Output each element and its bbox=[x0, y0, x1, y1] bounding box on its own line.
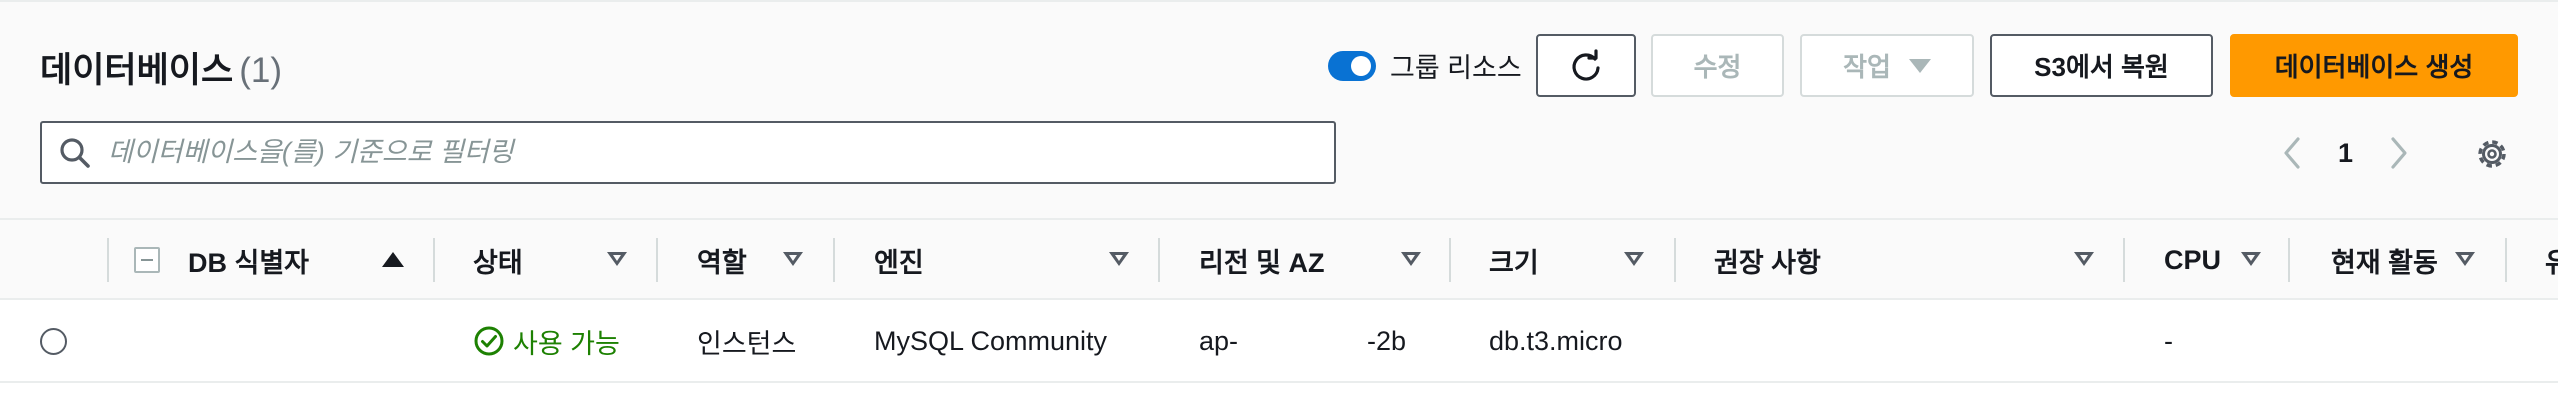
sort-ascending-icon[interactable] bbox=[382, 252, 404, 267]
pagination: 1 bbox=[2280, 129, 2411, 177]
select-all-checkbox[interactable] bbox=[134, 247, 160, 273]
column-label: 현재 활동 bbox=[2331, 247, 2438, 278]
column-header-current-activity[interactable]: 현재 활동 bbox=[2331, 220, 2438, 300]
create-database-button[interactable]: 데이터베이스 생성 bbox=[2230, 34, 2518, 97]
actions-button[interactable]: 작업 bbox=[1800, 34, 1974, 97]
column-divider bbox=[433, 238, 435, 282]
column-label: 리전 및 AZ bbox=[1199, 247, 1325, 278]
table-header: DB 식별자 상태 역할 엔진 리전 및 AZ 크기 권장 사항 CPU 현재 … bbox=[0, 218, 2558, 300]
toggle-switch[interactable] bbox=[1328, 50, 1376, 81]
column-divider bbox=[2505, 238, 2507, 282]
table-row[interactable]: 사용 가능 인스턴스 MySQL Community ap- -2b db.t3… bbox=[0, 300, 2558, 383]
search-input[interactable] bbox=[108, 137, 1334, 168]
group-resources-label: 그룹 리소스 bbox=[1390, 53, 1522, 83]
column-header-cpu[interactable]: CPU bbox=[2164, 220, 2221, 300]
cell-size: db.t3.micro bbox=[1489, 325, 1623, 356]
restore-from-s3-label: S3에서 복원 bbox=[2034, 52, 2169, 82]
column-header-region-az[interactable]: 리전 및 AZ bbox=[1199, 220, 1325, 300]
row-select-radio[interactable] bbox=[40, 328, 67, 355]
column-label: 유 bbox=[2545, 247, 2558, 278]
cell-region-suffix: -2b bbox=[1367, 325, 1407, 356]
column-header-db-identifier[interactable]: DB 식별자 bbox=[188, 220, 309, 300]
column-header-engine[interactable]: 엔진 bbox=[874, 220, 924, 300]
filter-search-box[interactable] bbox=[40, 121, 1336, 184]
status-text: 사용 가능 bbox=[513, 328, 620, 359]
sort-icon[interactable] bbox=[783, 252, 803, 266]
column-label: 권장 사항 bbox=[1714, 247, 1821, 278]
caret-down-icon bbox=[1908, 58, 1931, 73]
column-label: 엔진 bbox=[874, 247, 924, 278]
column-label: 크기 bbox=[1489, 247, 1539, 278]
cell-region-prefix: ap- bbox=[1199, 325, 1239, 356]
page-title-text: 데이터베이스 bbox=[40, 51, 234, 90]
column-divider bbox=[107, 238, 109, 282]
gear-icon[interactable] bbox=[2474, 136, 2510, 172]
column-label: 역할 bbox=[697, 247, 747, 278]
sort-icon[interactable] bbox=[1624, 252, 1644, 266]
sort-icon[interactable] bbox=[2241, 252, 2261, 266]
cell-status: 사용 가능 bbox=[473, 300, 620, 382]
column-divider bbox=[2288, 238, 2290, 282]
sort-icon[interactable] bbox=[1401, 252, 1421, 266]
column-divider bbox=[1158, 238, 1160, 282]
column-header-role[interactable]: 역할 bbox=[697, 220, 747, 300]
check-circle-icon bbox=[474, 326, 504, 356]
cell-cpu: - bbox=[2164, 325, 2173, 356]
cell-role: 인스턴스 bbox=[697, 328, 797, 359]
column-divider bbox=[656, 238, 658, 282]
header-area: 데이터베이스 (1) 그룹 리소스 수정 작업 S3에서 복원 데이터베이스 생성 bbox=[0, 0, 2558, 218]
column-label: 상태 bbox=[473, 247, 523, 278]
column-divider bbox=[1449, 238, 1451, 282]
sort-icon[interactable] bbox=[1109, 252, 1129, 266]
refresh-button[interactable] bbox=[1536, 34, 1636, 97]
chevron-left-icon[interactable] bbox=[2280, 133, 2304, 173]
create-database-label: 데이터베이스 생성 bbox=[2274, 52, 2474, 82]
modify-button[interactable]: 수정 bbox=[1651, 34, 1784, 97]
modify-button-label: 수정 bbox=[1693, 52, 1742, 82]
column-label: DB 식별자 bbox=[188, 247, 310, 278]
column-header-truncated[interactable]: 유 bbox=[2545, 220, 2558, 300]
actions-button-label: 작업 bbox=[1843, 52, 1891, 82]
column-label: CPU bbox=[2164, 244, 2222, 275]
column-header-status[interactable]: 상태 bbox=[473, 220, 523, 300]
column-divider bbox=[2123, 238, 2125, 282]
cell-engine: MySQL Community bbox=[874, 325, 1108, 356]
sort-icon[interactable] bbox=[2074, 252, 2094, 266]
page-title: 데이터베이스 (1) bbox=[40, 42, 282, 93]
current-page-number[interactable]: 1 bbox=[2338, 138, 2353, 169]
search-icon bbox=[60, 137, 90, 168]
sort-icon[interactable] bbox=[607, 252, 627, 266]
group-resources-toggle[interactable]: 그룹 리소스 bbox=[1328, 46, 1522, 85]
sort-icon[interactable] bbox=[2455, 252, 2475, 266]
chevron-right-icon[interactable] bbox=[2387, 133, 2411, 173]
restore-from-s3-button[interactable]: S3에서 복원 bbox=[1990, 34, 2213, 97]
resource-count: (1) bbox=[239, 51, 282, 90]
column-header-recommendations[interactable]: 권장 사항 bbox=[1714, 220, 1821, 300]
column-divider bbox=[1674, 238, 1676, 282]
refresh-icon bbox=[1572, 48, 1600, 81]
column-divider bbox=[833, 238, 835, 282]
column-header-size[interactable]: 크기 bbox=[1489, 220, 1539, 300]
